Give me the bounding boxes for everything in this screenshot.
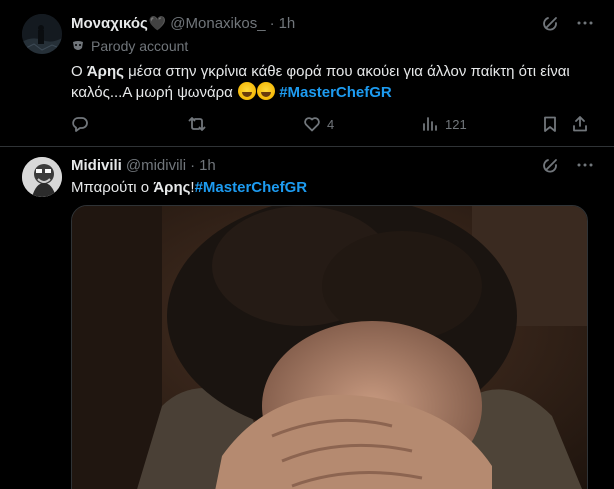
author-name-emoji: 🖤	[148, 14, 167, 31]
like-button[interactable]: 4	[303, 115, 334, 133]
bookmark-button[interactable]	[541, 115, 559, 133]
tweet-text-part: Ο	[71, 63, 87, 80]
bookmark-icon	[544, 116, 556, 132]
author-name[interactable]: Midivili	[71, 157, 122, 174]
rofl-emoji-icon	[238, 82, 257, 100]
tweet[interactable]: Μοναχικός 🖤 @Monaxikos_ · 1h Parody acco…	[0, 0, 614, 147]
tweet-header: Midivili @midivili · 1h	[71, 155, 594, 175]
share-button[interactable]	[571, 115, 589, 133]
heart-icon	[304, 117, 320, 132]
retweet-button[interactable]	[188, 115, 212, 133]
grok-icon[interactable]	[542, 14, 560, 36]
avatar-image	[22, 157, 62, 197]
reply-button[interactable]	[71, 115, 95, 133]
avatar[interactable]	[22, 14, 62, 54]
retweet-icon	[188, 117, 206, 131]
avatar-image	[22, 14, 62, 54]
share-icon	[573, 116, 587, 132]
tweet-text-bold: Άρης	[86, 63, 124, 80]
more-icon[interactable]	[576, 14, 594, 36]
tweet-time[interactable]: 1h	[279, 15, 296, 32]
grok-icon[interactable]	[542, 156, 560, 178]
parody-label: Parody account	[71, 37, 188, 55]
tweet-time[interactable]: 1h	[199, 157, 216, 174]
views-count: 121	[445, 116, 467, 132]
separator-dot: ·	[269, 14, 275, 32]
reply-icon	[72, 117, 88, 132]
rofl-emoji-icon	[257, 82, 276, 100]
media-image	[72, 206, 587, 489]
tweet-text-part: Μπαρούτι ο	[71, 179, 154, 196]
parody-text: Parody account	[91, 38, 189, 54]
author-handle[interactable]: @Monaxikos_	[170, 15, 265, 32]
hashtag-link[interactable]: #MasterChefGR	[279, 84, 392, 101]
tweet-text: Ο Άρης μέσα στην γκρίνια κάθε φορά που α…	[71, 62, 594, 103]
parody-mask-icon	[73, 41, 83, 50]
hashtag-link[interactable]: #MasterChefGR	[195, 179, 308, 196]
timeline-feed: Μοναχικός 🖤 @Monaxikos_ · 1h Parody acco…	[0, 0, 614, 489]
views-button[interactable]: 121	[421, 115, 467, 133]
tweet-text-bold: Άρης	[153, 179, 191, 196]
like-count: 4	[327, 116, 335, 132]
tweet-actions: 4 121	[71, 113, 594, 135]
more-icon[interactable]	[576, 156, 594, 178]
separator-dot: ·	[190, 156, 196, 174]
tweet-header: Μοναχικός 🖤 @Monaxikos_ · 1h	[71, 13, 594, 33]
avatar[interactable]	[22, 157, 62, 197]
author-name[interactable]: Μοναχικός	[71, 15, 148, 32]
author-handle[interactable]: @midivili	[126, 157, 186, 174]
tweet[interactable]: Midivili @midivili · 1h Μπαρούτι ο Άρης!…	[0, 147, 614, 489]
tweet-text: Μπαρούτι ο Άρης!#MasterChefGR	[71, 178, 594, 198]
views-icon	[423, 117, 437, 131]
tweet-media-gif[interactable]	[71, 205, 588, 489]
